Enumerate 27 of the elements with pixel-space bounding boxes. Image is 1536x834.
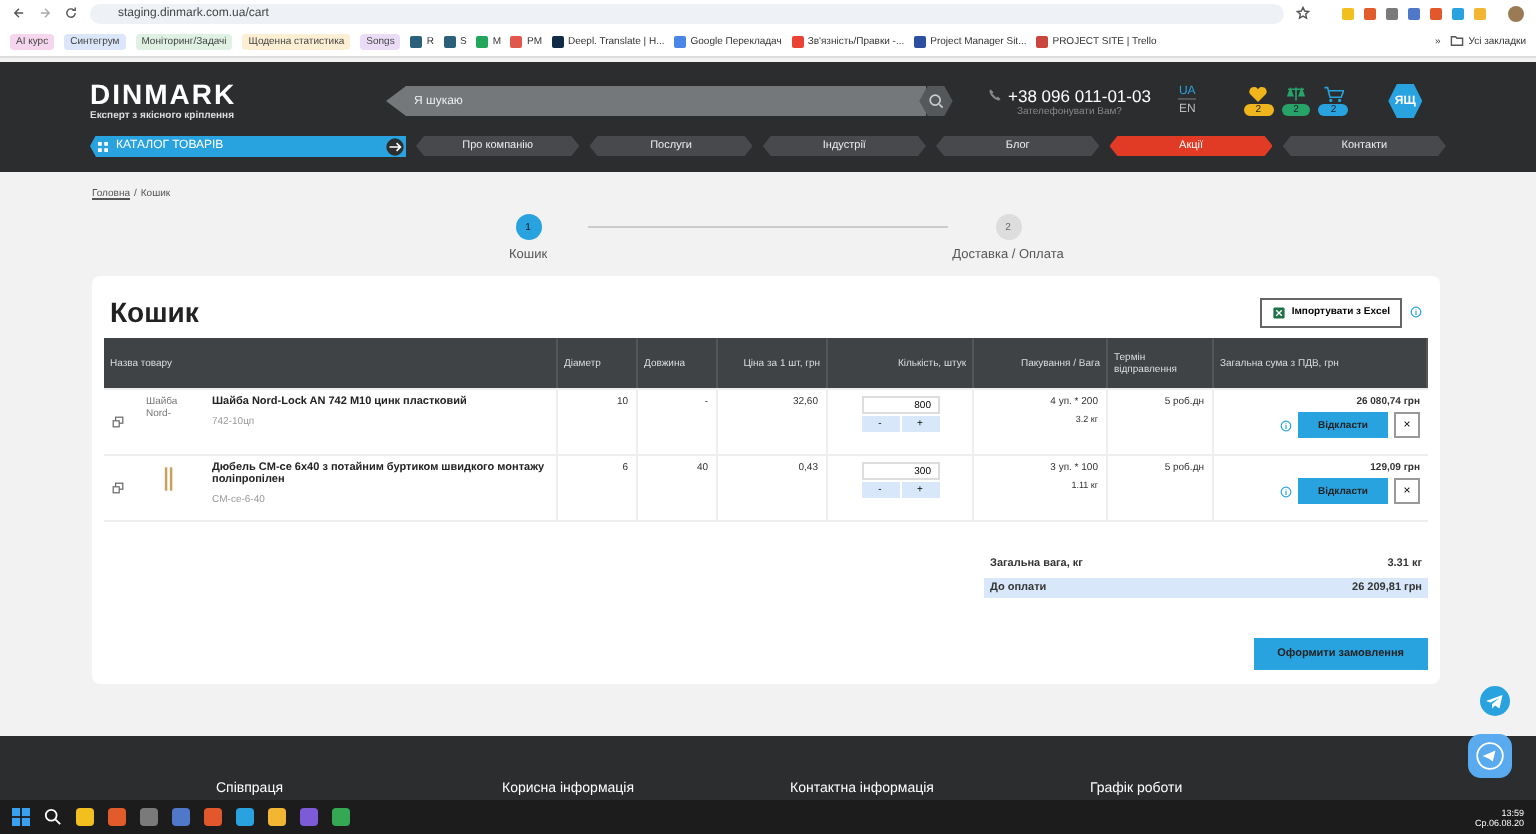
info-icon[interactable] [1280,485,1292,497]
star-icon[interactable] [1296,6,1310,20]
info-icon[interactable] [1280,419,1292,431]
grid-icon [98,141,108,151]
profile-avatar[interactable] [1508,5,1524,21]
logo[interactable]: DINMARK [90,80,366,110]
telegram-chat-button[interactable] [1468,734,1512,778]
telegram-icon[interactable] [1480,686,1510,716]
heart-icon[interactable] [1248,86,1269,102]
info-icon[interactable] [1410,306,1422,318]
excel-icon [1271,305,1286,319]
folder-icon [1450,34,1465,48]
scales-icon[interactable] [1285,86,1306,102]
forward-icon[interactable] [38,6,52,20]
phone-number[interactable]: +38 096 011-01-03 [1008,85,1151,105]
phone-icon [988,88,1002,102]
back-icon[interactable] [12,6,26,20]
search-icon[interactable] [916,86,956,116]
search-icon[interactable] [44,808,62,826]
link-icon[interactable] [112,416,124,428]
dowel-icon [163,466,173,492]
page-title: Кошик [110,296,201,328]
windows-icon[interactable] [12,808,30,826]
arrow-icon [384,135,406,157]
reload-icon[interactable] [64,6,78,20]
link-icon[interactable] [112,482,124,494]
cart-icon[interactable] [1323,86,1344,102]
